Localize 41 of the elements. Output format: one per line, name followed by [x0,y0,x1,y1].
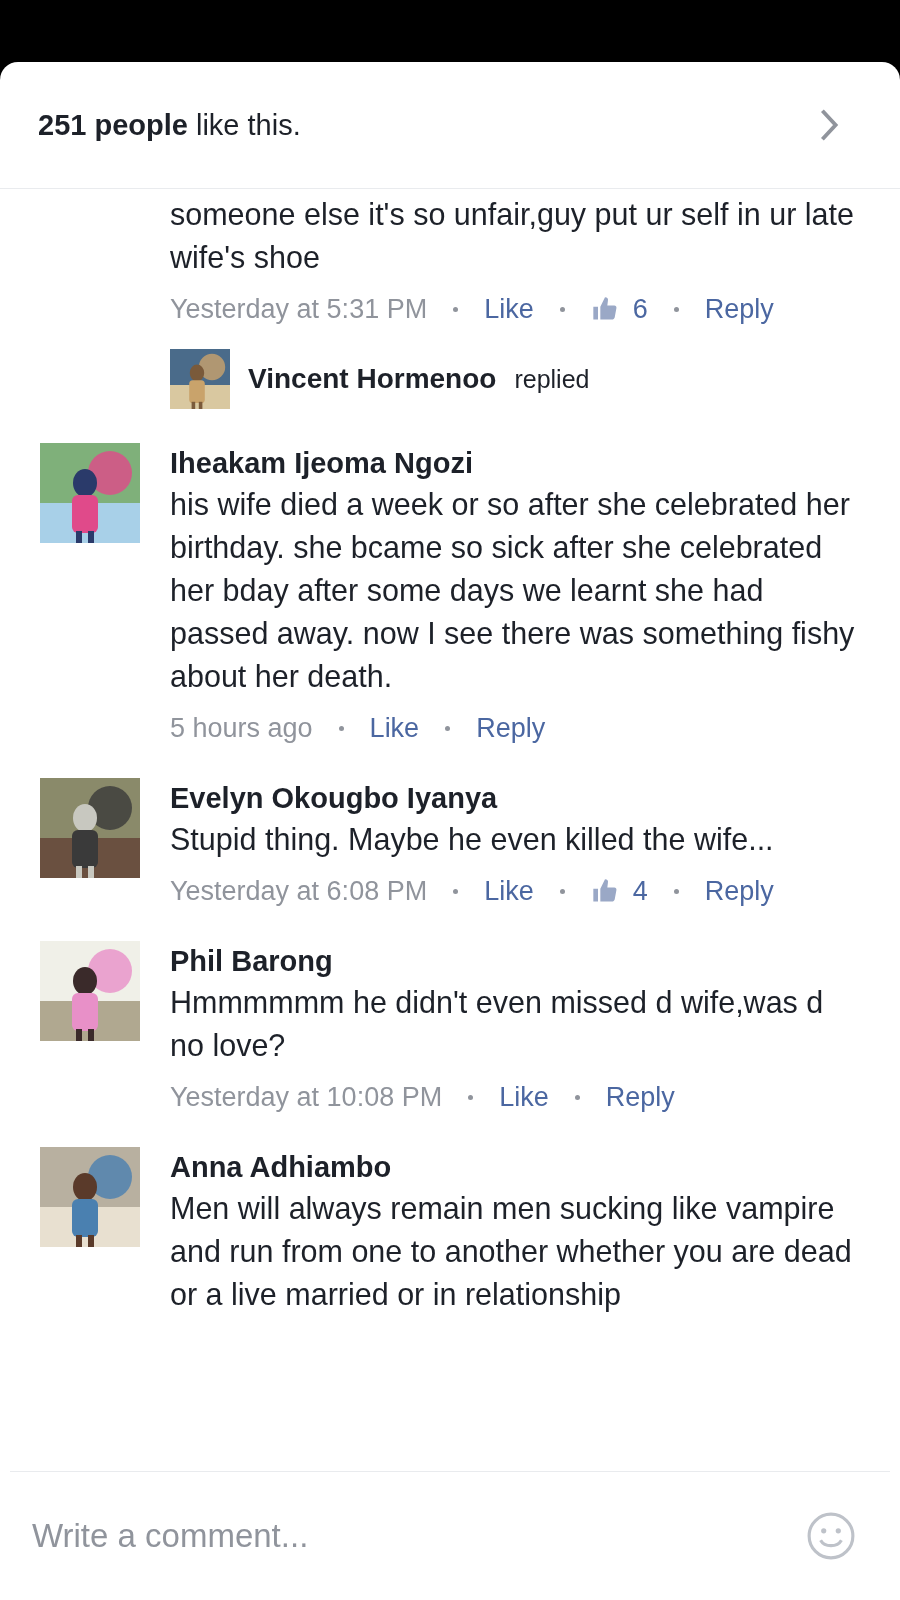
like-link[interactable]: Like [484,289,534,329]
commenter-name[interactable]: Evelyn Okougbo Iyanya [170,778,860,818]
timestamp: Yesterday at 6:08 PM [170,875,428,908]
separator-dot-icon [453,888,459,894]
comment-text: Men will always remain men sucking like vampire and run from one to another whether you are dead or a live married or in relationship [170,1190,853,1314]
comment-text: Hmmmmmm he didn't even missed d wife,was d no love? [170,984,825,1064]
separator-dot-icon [338,725,344,731]
like-link[interactable]: Like [499,1077,549,1117]
timestamp: Yesterday at 5:31 PM [170,293,428,326]
smiley-icon[interactable] [806,1511,856,1561]
like-count: 6 [632,293,648,326]
commenter-name[interactable]: Anna Adhiambo [170,1147,860,1187]
thumbs-up-icon [590,877,619,905]
like-link[interactable]: Like [369,708,420,748]
like-count: 4 [632,875,648,908]
reply-author[interactable]: Vincent Hormenoo [248,363,497,395]
likes-summary[interactable]: 251 people like this. [38,108,301,142]
replied-label: replied [514,364,590,394]
separator-dot-icon [673,888,679,894]
comment-input[interactable]: Write a comment... [30,1516,806,1556]
reply-link[interactable]: Reply [704,871,774,911]
reply-link[interactable]: Reply [476,708,546,748]
separator-dot-icon [445,725,451,731]
separator-dot-icon [468,1094,474,1100]
separator-dot-icon [673,306,679,312]
timestamp: 5 hours ago [170,712,313,745]
commenter-name[interactable]: Iheakam Ijeoma Ngozi [170,443,860,483]
chevron-right-icon[interactable] [818,107,840,143]
comment-text: his wife died a week or so after she celebrated her birthday. she bcame so sick after she celebrated her bday after some days we learnt she had passed away. now I see there was something fishy about her death. [170,486,856,695]
comment-text: Stupid thing. Maybe he even killed the wife... [170,821,775,859]
reply-link[interactable]: Reply [605,1077,675,1117]
like-link[interactable]: Like [484,871,534,911]
separator-dot-icon [559,888,565,894]
reply-link[interactable]: Reply [704,289,774,329]
comment-text: someone else it's so unfair,guy put ur self in ur late wife's shoe [170,196,855,276]
separator-dot-icon [574,1094,580,1100]
thumbs-up-icon [590,295,619,323]
timestamp: Yesterday at 10:08 PM [170,1081,443,1114]
separator-dot-icon [453,306,459,312]
separator-dot-icon [559,306,565,312]
commenter-name[interactable]: Phil Barong [170,941,860,981]
